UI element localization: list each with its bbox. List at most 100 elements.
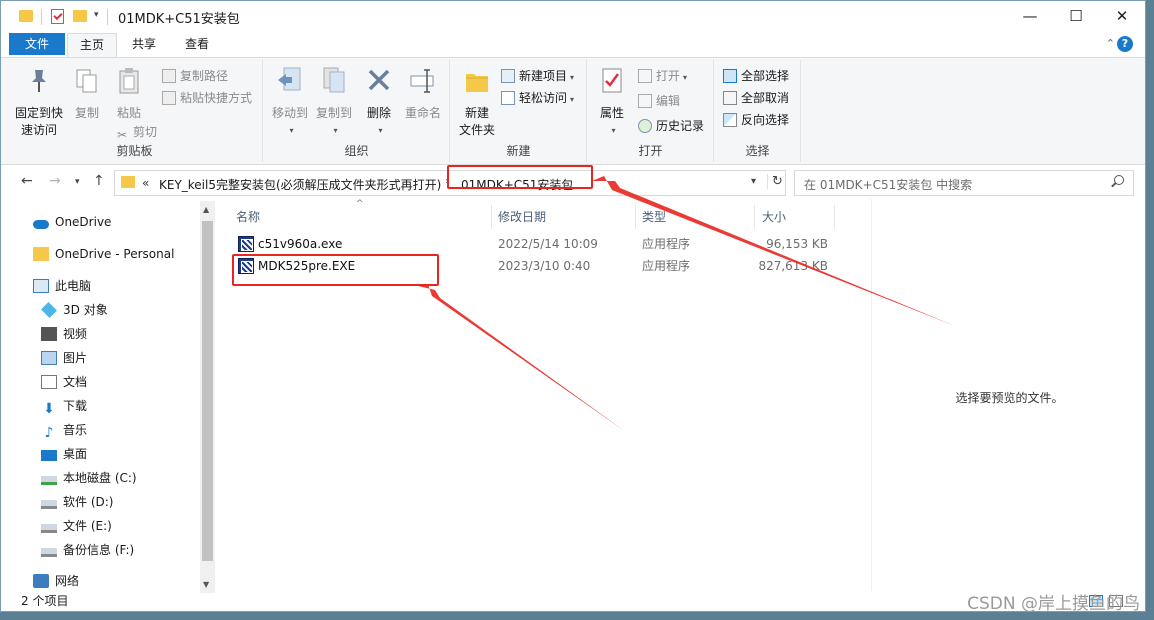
navigation-pane: OneDrive OneDrive - Personal 此电脑 3D 对象 视频 图片文… bbox=[1, 199, 217, 591]
video-icon bbox=[41, 327, 57, 341]
sidebar-item[interactable]: 网络 bbox=[33, 570, 79, 592]
sidebar-item[interactable]: 此电脑 bbox=[33, 275, 91, 297]
scroll-thumb[interactable] bbox=[202, 221, 213, 561]
invert-selection-button[interactable]: 反向选择 bbox=[723, 110, 789, 130]
sidebar-item-label: 3D 对象 bbox=[63, 303, 108, 317]
select-all-label: 全部选择 bbox=[741, 69, 790, 83]
sidebar-item[interactable]: 图片 bbox=[41, 347, 87, 369]
maximize-button[interactable]: ☐ bbox=[1053, 1, 1099, 31]
item-count: 2 个项目 bbox=[21, 594, 69, 608]
tab-file[interactable]: 文件 bbox=[9, 33, 65, 55]
drive-icon bbox=[41, 548, 57, 557]
sidebar-item[interactable]: 桌面 bbox=[41, 443, 87, 465]
column-divider[interactable] bbox=[635, 205, 636, 229]
search-box[interactable]: 在 01MDK+C51安装包 中搜索 bbox=[794, 170, 1134, 196]
file-type: 应用程序 bbox=[642, 237, 691, 251]
column-header-name[interactable]: 名称 bbox=[236, 207, 260, 227]
move-to-button[interactable]: 移动到 ▾ bbox=[268, 66, 312, 139]
sidebar-item[interactable]: 备份信息 (F:) bbox=[41, 539, 134, 561]
divider bbox=[41, 9, 42, 25]
history-label: 历史记录 bbox=[656, 119, 705, 133]
sidebar-item[interactable]: 本地磁盘 (C:) bbox=[41, 467, 137, 489]
column-header-size[interactable]: 大小 bbox=[762, 207, 786, 227]
column-header-type[interactable]: 类型 bbox=[642, 207, 666, 227]
column-divider[interactable] bbox=[754, 205, 755, 229]
file-date: 2022/5/14 10:09 bbox=[498, 237, 598, 251]
up-arrow-icon[interactable]: ↑ bbox=[93, 173, 105, 189]
new-folder-icon[interactable] bbox=[73, 10, 87, 22]
sidebar-item-label: 音乐 bbox=[63, 423, 88, 437]
close-button[interactable]: ✕ bbox=[1099, 1, 1145, 31]
column-divider[interactable] bbox=[834, 205, 835, 229]
sidebar-item-label: 本地磁盘 (C:) bbox=[63, 471, 137, 485]
sidebar-item[interactable]: OneDrive bbox=[33, 211, 111, 233]
select-group: 全部选择 全部取消 反向选择 选择 bbox=[715, 60, 801, 162]
paste-label: 粘贴 bbox=[116, 106, 141, 120]
column-divider[interactable] bbox=[491, 205, 492, 229]
organize-group: 移动到 ▾ 复制到 ▾ 删除 ▾ 重命名 组织 bbox=[264, 60, 450, 162]
select-all-button[interactable]: 全部选择 bbox=[723, 66, 789, 86]
sidebar-item[interactable]: 文档 bbox=[41, 371, 87, 393]
new-group: 新建 文件夹 新建项目 ▾ 轻松访问 ▾ 新建 bbox=[451, 60, 587, 162]
sidebar-item[interactable]: ♪ 音乐 bbox=[41, 419, 87, 441]
pictures-icon bbox=[41, 351, 57, 365]
copy-label: 复制 bbox=[74, 106, 99, 120]
scroll-down-icon[interactable]: ▼ bbox=[203, 580, 209, 589]
folder-icon bbox=[33, 247, 49, 261]
rename-button[interactable]: 重命名 bbox=[400, 66, 446, 122]
music-icon: ♪ bbox=[44, 425, 54, 441]
delete-label: 删除 bbox=[366, 106, 391, 120]
sidebar-item[interactable]: 3D 对象 bbox=[41, 299, 108, 321]
search-icon[interactable] bbox=[1114, 175, 1124, 185]
network-icon bbox=[33, 574, 49, 588]
scroll-up-icon[interactable]: ▲ bbox=[203, 205, 209, 214]
back-arrow-icon[interactable]: ← bbox=[21, 173, 33, 189]
sidebar-item[interactable]: 视频 bbox=[41, 323, 87, 345]
breadcrumb-parent[interactable]: KEY_keil5完整安装包(必须解压成文件夹形式再打开) bbox=[159, 176, 441, 193]
cut-button[interactable]: ✂ 剪切 bbox=[115, 122, 157, 142]
easy-access-button[interactable]: 轻松访问 ▾ bbox=[501, 88, 574, 108]
tab-share[interactable]: 共享 bbox=[119, 33, 169, 57]
delete-button[interactable]: 删除 ▾ bbox=[362, 66, 396, 139]
select-none-label: 全部取消 bbox=[741, 91, 790, 105]
address-dropdown-icon[interactable]: ▾ bbox=[751, 176, 756, 187]
tab-view[interactable]: 查看 bbox=[171, 33, 223, 57]
title-bar: ▾ 01MDK+C51安装包 — ☐ ✕ bbox=[1, 1, 1145, 33]
forward-arrow-icon[interactable]: → bbox=[49, 173, 61, 189]
collapse-ribbon-icon[interactable]: ⌃ bbox=[1106, 37, 1115, 50]
nav-scrollbar[interactable]: ▲ ▼ bbox=[200, 201, 215, 593]
paste-button[interactable]: 粘贴 bbox=[111, 66, 147, 122]
paste-shortcut-icon bbox=[162, 91, 176, 105]
copy-to-button[interactable]: 复制到 ▾ bbox=[312, 66, 356, 139]
new-item-button[interactable]: 新建项目 ▾ bbox=[501, 66, 574, 86]
edit-button[interactable]: 编辑 bbox=[638, 91, 680, 111]
properties-button[interactable]: 属性 ▾ bbox=[594, 66, 630, 139]
open-button[interactable]: 打开 ▾ bbox=[638, 66, 687, 86]
organize-group-label: 组织 bbox=[344, 144, 369, 158]
new-folder-button[interactable]: 新建 文件夹 bbox=[455, 66, 499, 139]
select-none-button[interactable]: 全部取消 bbox=[723, 88, 789, 108]
sidebar-item[interactable]: 软件 (D:) bbox=[41, 491, 113, 513]
properties-check-icon[interactable] bbox=[51, 9, 64, 24]
folder-icon bbox=[121, 176, 135, 188]
copy-button[interactable]: 复制 bbox=[69, 66, 105, 122]
sidebar-item[interactable]: ⬇ 下载 bbox=[41, 395, 87, 417]
quick-access-dropdown-icon[interactable]: ▾ bbox=[94, 10, 99, 20]
paste-shortcut-button[interactable]: 粘贴快捷方式 bbox=[162, 88, 252, 108]
breadcrumb-overflow[interactable]: « bbox=[142, 176, 149, 190]
column-header-date[interactable]: 修改日期 bbox=[498, 207, 546, 227]
history-button[interactable]: 历史记录 bbox=[638, 116, 704, 136]
help-icon[interactable]: ? bbox=[1117, 36, 1133, 52]
pin-quick-access-button[interactable]: 固定到快 速访问 bbox=[13, 66, 65, 139]
refresh-icon[interactable]: ↻ bbox=[767, 174, 783, 189]
tab-home[interactable]: 主页 bbox=[67, 33, 117, 58]
sidebar-item[interactable]: OneDrive - Personal bbox=[33, 243, 174, 265]
paste-icon bbox=[119, 68, 139, 94]
copy-path-button[interactable]: 复制路径 bbox=[162, 66, 228, 86]
copy-path-icon bbox=[162, 69, 176, 83]
recent-locations-icon[interactable]: ▾ bbox=[75, 177, 80, 187]
table-row[interactable]: c51v960a.exe 2022/5/14 10:09 应用程序 96,153… bbox=[219, 233, 871, 255]
sidebar-item[interactable]: 文件 (E:) bbox=[41, 515, 112, 537]
minimize-button[interactable]: — bbox=[1007, 1, 1053, 31]
select-all-icon bbox=[723, 69, 737, 83]
